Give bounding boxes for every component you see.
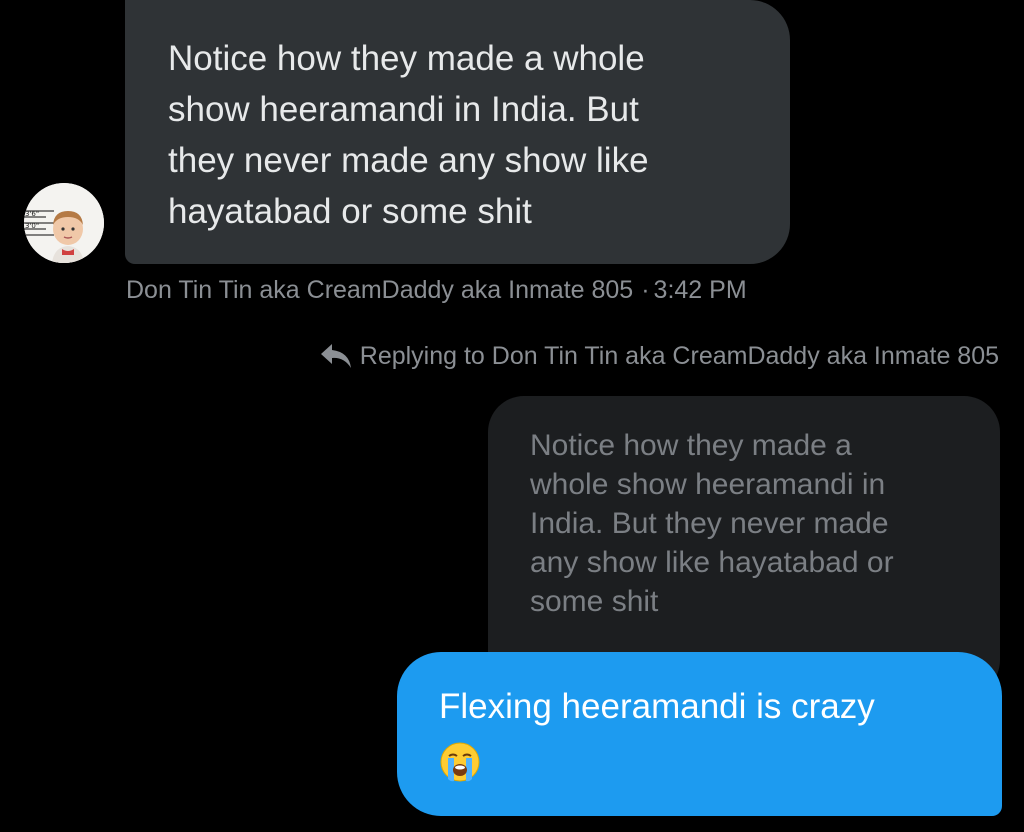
sent-message-text: Flexing heeramandi is crazy bbox=[439, 682, 962, 783]
quoted-message-text: Notice how they made a whole show heeram… bbox=[530, 426, 960, 621]
reply-arrow-icon bbox=[320, 342, 352, 370]
received-message-text: Notice how they made a whole show heeram… bbox=[168, 33, 752, 237]
quoted-line: some shit bbox=[530, 585, 659, 618]
received-message-meta: Don Tin Tin aka CreamDaddy aka Inmate 80… bbox=[126, 274, 747, 306]
reply-reference[interactable]: Replying to Don Tin Tin aka CreamDaddy a… bbox=[320, 338, 999, 374]
sender-name[interactable]: Don Tin Tin aka CreamDaddy aka Inmate 80… bbox=[126, 276, 633, 304]
received-line: they never made any show like bbox=[168, 141, 649, 180]
svg-text:3'6": 3'6" bbox=[25, 210, 39, 218]
quoted-line: whole show heeramandi in bbox=[530, 468, 886, 501]
sender-avatar[interactable]: 3'6" 3'0" bbox=[24, 183, 104, 263]
loudly-crying-face-icon bbox=[439, 741, 481, 783]
quoted-line: any show like hayatabad or bbox=[530, 546, 894, 579]
received-line: hayatabad or some shit bbox=[168, 192, 532, 231]
reply-reference-text: Replying to Don Tin Tin aka CreamDaddy a… bbox=[359, 342, 999, 370]
meta-separator: · bbox=[641, 276, 650, 304]
sent-message-body: Flexing heeramandi is crazy bbox=[439, 687, 875, 726]
avatar-image: 3'6" 3'0" bbox=[24, 183, 104, 263]
quoted-message-bubble[interactable]: Notice how they made a whole show heeram… bbox=[488, 396, 1000, 696]
sent-message-bubble[interactable]: Flexing heeramandi is crazy bbox=[397, 652, 1002, 816]
received-message-bubble[interactable]: Notice how they made a whole show heeram… bbox=[125, 0, 790, 264]
svg-text:3'0": 3'0" bbox=[25, 222, 39, 230]
received-line: Notice how they made a whole bbox=[168, 39, 645, 78]
message-timestamp: 3:42 PM bbox=[653, 276, 747, 304]
quoted-line: Notice how they made a bbox=[530, 429, 852, 462]
quoted-line: India. But they never made bbox=[530, 507, 889, 540]
received-line: show heeramandi in India. But bbox=[168, 90, 639, 129]
